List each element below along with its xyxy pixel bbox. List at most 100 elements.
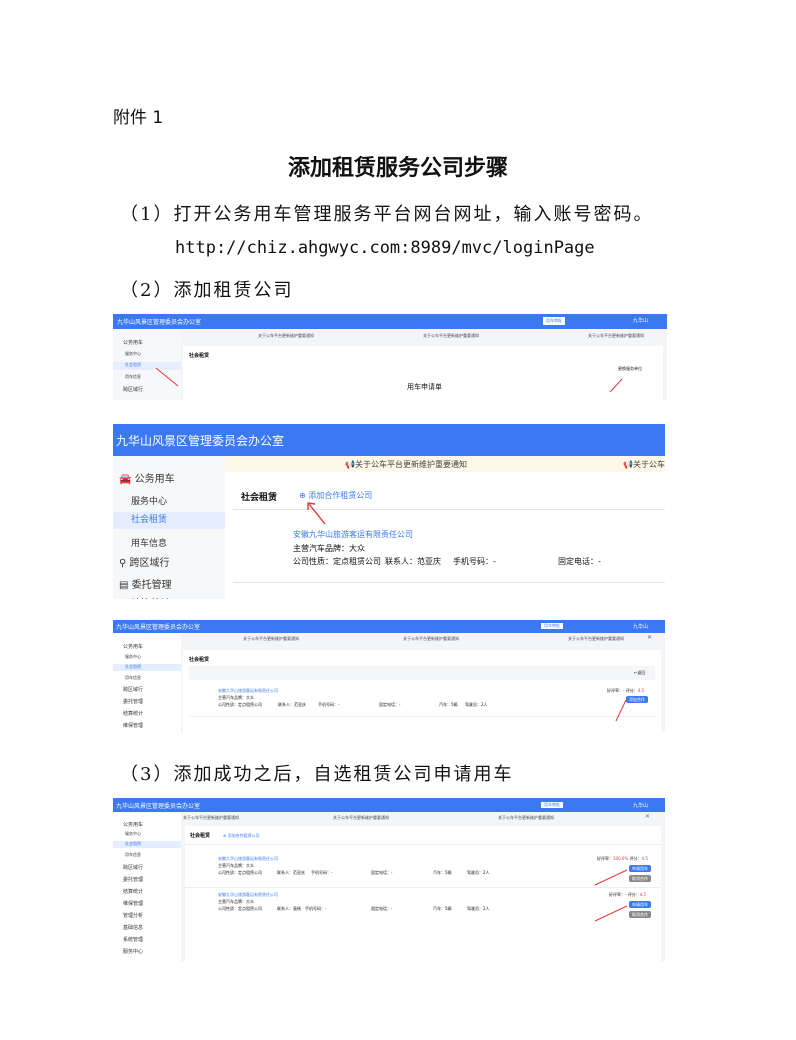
menu-social-rental[interactable]: 社会租赁 — [113, 512, 225, 529]
menu-maintain[interactable]: 维保管理 — [123, 900, 181, 907]
company-phone: 手机号码：- — [453, 557, 496, 566]
screenshot-4: 九华山风景区管理委员会办公室 用车审批 九华山 公务用车 服务中心 社会租赁 用… — [113, 798, 665, 962]
screenshot-2: 九华山风景区管理委员会办公室 🚘 公务用车 服务中心 社会租赁 用车信息 ⚲ 跨… — [113, 424, 665, 599]
menu-service-center-2[interactable]: 服务中心 — [123, 948, 181, 955]
company-contact: 联系人：范亚庆 — [385, 557, 441, 566]
menu-official[interactable]: 公务用车 — [123, 339, 181, 346]
rate-value: 100.0% — [613, 856, 629, 861]
user-name[interactable]: 九华山 — [633, 317, 648, 324]
menu-service-center[interactable]: 服务中心 — [125, 831, 181, 837]
company-brand: 主营汽车品牌：大众 — [218, 863, 254, 868]
company-name[interactable]: 安徽九华山旅游客运有限责任公司 — [218, 856, 278, 862]
menu-entrust[interactable]: ▤ 委托管理 — [119, 576, 225, 591]
notice-3[interactable]: 关于公车平台更新维护重要通知 — [568, 636, 624, 642]
speaker-icon: 📢 — [345, 460, 355, 469]
step-1-url: http://chiz.ahgwyc.com:8989/mvc/loginPag… — [175, 238, 595, 258]
menu-settle[interactable]: ⊿ 结算统计 — [119, 595, 225, 599]
notice-2-text: 关于公车平台更新维护重要通知 — [632, 460, 665, 469]
cancel-partner-button[interactable]: 取消合作 — [629, 875, 651, 882]
sidebar: 🚘 公务用车 服务中心 社会租赁 用车信息 ⚲ 跨区域行 ▤ 委托管理 ⊿ 结算… — [113, 456, 225, 599]
menu-entrust[interactable]: 委托管理 — [123, 698, 181, 705]
notice-2[interactable]: 关于公车平台更新维护重要通知 — [403, 636, 459, 642]
menu-car-info[interactable]: 用车信息 — [125, 852, 181, 858]
menu-official[interactable]: 公务用车 — [123, 643, 181, 650]
menu-service-center[interactable]: 服务中心 — [125, 654, 181, 660]
change-service-link[interactable]: 更换服务单位 — [618, 366, 642, 372]
close-icon[interactable]: ✕ — [645, 813, 650, 820]
menu-entrust-label: 委托管理 — [131, 580, 172, 591]
menu-entrust[interactable]: 委托管理 — [123, 876, 181, 883]
menu-social-rental[interactable]: 社会租赁 — [113, 664, 181, 671]
app-header: 九华山风景区管理委员会办公室 — [113, 424, 665, 456]
menu-car-info[interactable]: 用车信息 — [125, 675, 181, 681]
car-icon: 🚘 — [119, 474, 132, 485]
notice-3[interactable]: 关于公车平台更新维护重要通知 — [498, 815, 554, 821]
content-panel: 社会租赁 ⊕ 添加合作租赁公司 安徽九华山旅游客运有限责任公司 主营汽车品牌：大… — [233, 476, 665, 599]
close-icon[interactable]: ✕ — [647, 634, 652, 641]
rate-label: 好评率： — [607, 688, 623, 693]
company-name[interactable]: 安徽九华山旅游客运有限责任公司 — [293, 529, 413, 540]
company-drivers: 驾驶员：2人 — [467, 870, 490, 875]
notice-1[interactable]: 📢关于公车平台更新维护重要通知 — [345, 459, 467, 470]
menu-system[interactable]: 系统管理 — [123, 936, 181, 943]
apply-car-button-2[interactable]: 申请用车 — [629, 901, 651, 908]
company-cars: 汽车：5辆 — [439, 702, 458, 707]
plus-circle-icon: ⊕ — [223, 833, 227, 838]
menu-official[interactable]: 🚘 公务用车 — [119, 470, 225, 485]
rating-row-2: 好评率：- 评分：4.5 — [609, 892, 646, 898]
notice-3[interactable]: 关于公车平台更新维护重要通知 — [588, 333, 644, 339]
company-2-name[interactable]: 安徽九华山旅游客运有限责任公司 — [218, 892, 278, 898]
cancel-partner-button-2[interactable]: 取消合作 — [629, 911, 651, 918]
apply-car-button[interactable]: 申请用车 — [629, 865, 651, 872]
toolbar: ↩返回 — [189, 666, 655, 680]
company-nature: 公司性质：定点租赁公司 — [218, 702, 262, 707]
notice-1[interactable]: 关于公车平台更新维护重要通知 — [183, 815, 239, 821]
divider — [185, 887, 661, 888]
social-rental-title: 社会租赁 — [241, 493, 278, 503]
divider — [233, 582, 665, 583]
red-arrow — [594, 905, 628, 922]
add-partner-link[interactable]: ⊕ 添加合作租赁公司 — [223, 833, 260, 839]
notice-1[interactable]: 关于公车平台更新维护重要通知 — [243, 636, 299, 642]
content-panel: 社会租赁 ↩返回 安徽九华山旅游客运有限责任公司 主营汽车品牌：大众 公司性质：… — [183, 650, 661, 732]
menu-basic-info[interactable]: 基础信息 — [123, 924, 181, 931]
menu-manage-analysis[interactable]: 管理分析 — [123, 912, 181, 919]
menu-settle[interactable]: 结算统计 — [123, 710, 181, 717]
score-label: 评分： — [627, 892, 640, 897]
notice-2[interactable]: 关于公车平台更新维护重要通知 — [423, 333, 479, 339]
user-name[interactable]: 九华山 — [633, 623, 648, 630]
company-contact: 联系人：范亚庆 — [278, 702, 306, 707]
rate-value: - — [625, 892, 627, 897]
rate-label: 好评率： — [597, 856, 613, 861]
company-2-cars: 汽车：5辆 — [433, 906, 452, 911]
divider — [233, 509, 665, 510]
menu-settle[interactable]: 结算统计 — [123, 888, 181, 895]
menu-maintain[interactable]: 维保管理 — [123, 722, 181, 729]
menu-car-info[interactable]: 用车信息 — [131, 536, 225, 549]
notice-2[interactable]: 关于公车平台更新维护重要通知 — [333, 815, 389, 821]
company-cars: 汽车：5辆 — [433, 870, 452, 875]
menu-service-center[interactable]: 服务中心 — [125, 351, 181, 357]
menu-service-center[interactable]: 服务中心 — [131, 494, 225, 507]
menu-cross-region[interactable]: 跨区域行 — [123, 864, 181, 871]
user-name[interactable]: 九华山 — [633, 802, 648, 809]
notice-1[interactable]: 关于公车平台更新维护重要通知 — [258, 333, 314, 339]
menu-cross-region[interactable]: ⚲ 跨区域行 — [119, 554, 225, 569]
divider — [189, 716, 655, 717]
company-2-contact: 联系人：袁杨 — [277, 906, 301, 911]
attachment-label: 附件 1 — [113, 108, 164, 128]
content-panel: 社会租赁 更换服务单位 用车申请单 — [183, 346, 663, 400]
apply-approval-button[interactable]: 用车审批 — [541, 623, 563, 629]
menu-cross-region[interactable]: 跨区域行 — [123, 686, 181, 693]
company-2-brand: 主营汽车品牌：大众 — [218, 899, 254, 904]
menu-official[interactable]: 公务用车 — [123, 821, 181, 828]
sidebar: 公务用车 服务中心 社会租赁 用车信息 跨区域行 委托管理 结算统计 维保管理 … — [113, 812, 181, 962]
company-2-phone: 手机号码：- — [305, 906, 327, 911]
apply-approval-button[interactable]: 用车审批 — [543, 317, 565, 325]
notice-2[interactable]: 📢关于公车平台更新维护重要通知 — [623, 459, 665, 470]
score-value: 4.5 — [639, 892, 647, 897]
menu-social-rental[interactable]: 社会租赁 — [113, 841, 181, 848]
company-name[interactable]: 安徽九华山旅游客运有限责任公司 — [218, 688, 278, 694]
apply-approval-button[interactable]: 用车审批 — [541, 802, 563, 808]
return-button[interactable]: ↩返回 — [634, 670, 645, 676]
